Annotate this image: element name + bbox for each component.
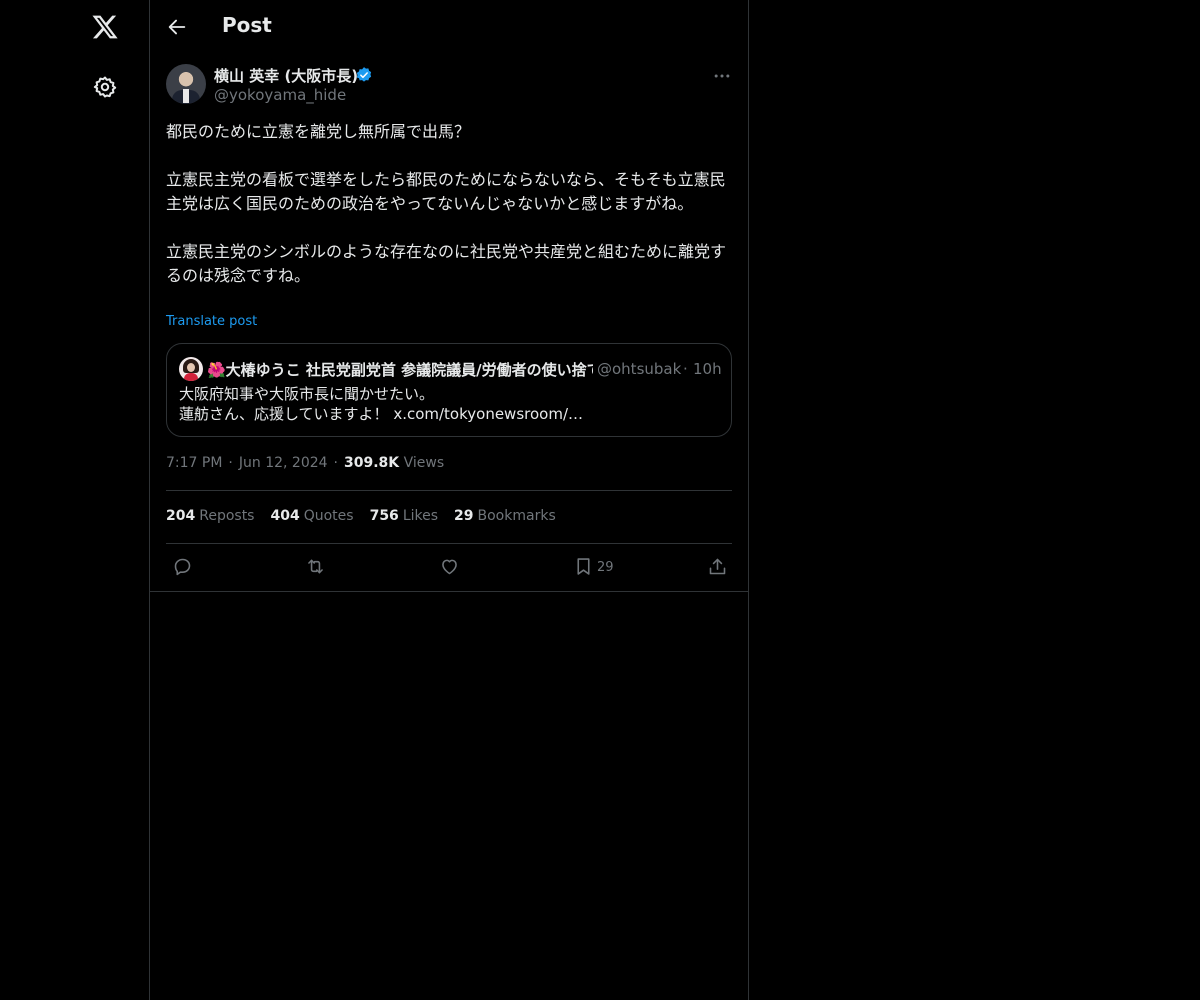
ellipsis-icon[interactable] bbox=[712, 66, 732, 86]
quotes-stat[interactable]: 404 Quotes bbox=[270, 508, 353, 524]
quoted-avatar[interactable] bbox=[179, 357, 203, 381]
quoted-line: 大阪府知事や大阪市長に聞かせたい。 bbox=[179, 385, 435, 403]
share-button[interactable] bbox=[707, 556, 728, 578]
quoted-author-name: 🌺大椿ゆうこ 社民党副党首 参議院議員/労働者の使い捨て bbox=[207, 361, 593, 379]
like-button[interactable] bbox=[439, 556, 460, 578]
reply-button[interactable] bbox=[172, 556, 193, 578]
likes-stat[interactable]: 756 Likes bbox=[370, 508, 438, 524]
reply-icon bbox=[174, 558, 191, 576]
post-date[interactable]: Jun 12, 2024 bbox=[239, 455, 328, 471]
arrow-left-icon[interactable] bbox=[166, 16, 188, 38]
repost-button[interactable] bbox=[305, 556, 326, 578]
bookmark-icon bbox=[577, 558, 590, 575]
author-handle[interactable]: @yokoyama_hide bbox=[214, 86, 346, 104]
avatar[interactable] bbox=[166, 64, 206, 104]
primary-column: Post 横山 英幸 (大阪市長) @yokoyama_hide 都民のために立… bbox=[149, 0, 749, 1000]
translate-post-link[interactable]: Translate post bbox=[166, 314, 257, 329]
reposts-stat[interactable]: 204 Reposts bbox=[166, 508, 254, 524]
repost-icon bbox=[308, 559, 323, 574]
quoted-line: 蓮舫さん、応援していますよ！ x.com/tokyonewsroom/… bbox=[179, 405, 583, 423]
post-text: 都民のために立憲を離党し無所属で出馬？ 立憲民主党の看板で選挙をしたら都民のため… bbox=[166, 120, 732, 288]
post-metadata: 7:17 PM · Jun 12, 2024 · 309.8K Views bbox=[166, 455, 445, 471]
gear-icon[interactable] bbox=[93, 75, 117, 99]
x-logo-icon[interactable] bbox=[91, 13, 119, 41]
post-paragraph: 立憲民主党のシンボルのような存在なのに社民党や共産党と組むために離党するのは残念… bbox=[166, 242, 727, 285]
quoted-timestamp: 10h bbox=[693, 360, 722, 378]
views-label: Views bbox=[403, 455, 445, 471]
quoted-text: 大阪府知事や大阪市長に聞かせたい。 蓮舫さん、応援していますよ！ x.com/t… bbox=[179, 384, 719, 424]
bookmark-button[interactable]: 29 bbox=[573, 556, 614, 578]
divider bbox=[166, 543, 732, 544]
heart-icon bbox=[442, 559, 457, 575]
author-name[interactable]: 横山 英幸 (大阪市長) bbox=[214, 65, 358, 86]
share-icon bbox=[709, 558, 726, 575]
post-paragraph: 立憲民主党の看板で選挙をしたら都民のためにならないなら、そもそも立憲民主党は広く… bbox=[166, 170, 726, 213]
divider bbox=[166, 490, 732, 491]
quoted-author-handle: @ohtsubak bbox=[597, 360, 682, 378]
quoted-post[interactable]: 🌺大椿ゆうこ 社民党副党首 参議院議員/労働者の使い捨て @ohtsubak ·… bbox=[166, 343, 732, 437]
engagement-stats: 204 Reposts 404 Quotes 756 Likes 29 Bookmarks bbox=[166, 508, 572, 524]
divider bbox=[150, 591, 748, 592]
bookmarks-stat[interactable]: 29 Bookmarks bbox=[454, 508, 556, 524]
page-title: Post bbox=[222, 13, 272, 37]
page-header: Post bbox=[150, 0, 748, 53]
views-count: 309.8K bbox=[344, 455, 400, 471]
post-paragraph: 都民のために立憲を離党し無所属で出馬？ bbox=[166, 122, 471, 141]
separator-dot: · bbox=[683, 360, 688, 378]
bookmark-count: 29 bbox=[597, 560, 614, 575]
post-time[interactable]: 7:17 PM bbox=[166, 455, 222, 471]
left-navigation bbox=[0, 0, 149, 1000]
verified-badge-icon[interactable] bbox=[355, 66, 373, 84]
